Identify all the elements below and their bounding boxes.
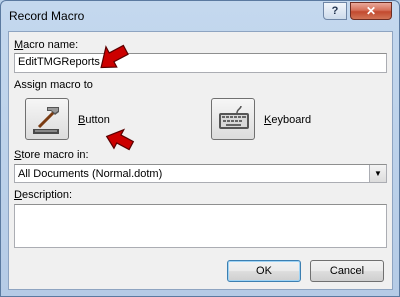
- assign-button-button[interactable]: [25, 98, 69, 140]
- store-macro-select[interactable]: All Documents (Normal.dotm) ▼: [14, 164, 387, 183]
- ok-button[interactable]: OK: [227, 260, 301, 282]
- help-button[interactable]: ?: [323, 2, 347, 20]
- record-macro-dialog: Record Macro ? ✕ Macro name: EditTMGRepo…: [0, 0, 400, 297]
- hammer-icon: [33, 107, 59, 134]
- store-macro-label: Store macro in:: [14, 149, 89, 161]
- keyboard-icon: [219, 105, 249, 129]
- macro-name-input[interactable]: EditTMGReports: [14, 53, 387, 73]
- cancel-button[interactable]: Cancel: [310, 260, 384, 282]
- assign-macro-heading: Assign macro to: [14, 79, 93, 91]
- assign-keyboard-button[interactable]: [211, 98, 255, 140]
- close-button[interactable]: ✕: [350, 2, 392, 20]
- store-macro-value: All Documents (Normal.dotm): [18, 168, 163, 180]
- macro-name-label: Macro name:: [14, 39, 79, 51]
- dialog-body: Macro name: EditTMGReports Assign macro …: [8, 31, 393, 290]
- keyboard-option-label[interactable]: Keyboard: [264, 114, 311, 126]
- dialog-title: Record Macro: [9, 9, 85, 23]
- dropdown-arrow-icon[interactable]: ▼: [369, 165, 386, 182]
- red-arrow-icon: [105, 128, 135, 151]
- title-bar[interactable]: Record Macro ? ✕: [1, 1, 399, 31]
- description-input[interactable]: [14, 204, 387, 248]
- red-arrow-icon: [100, 44, 129, 69]
- description-label: Description:: [14, 189, 73, 201]
